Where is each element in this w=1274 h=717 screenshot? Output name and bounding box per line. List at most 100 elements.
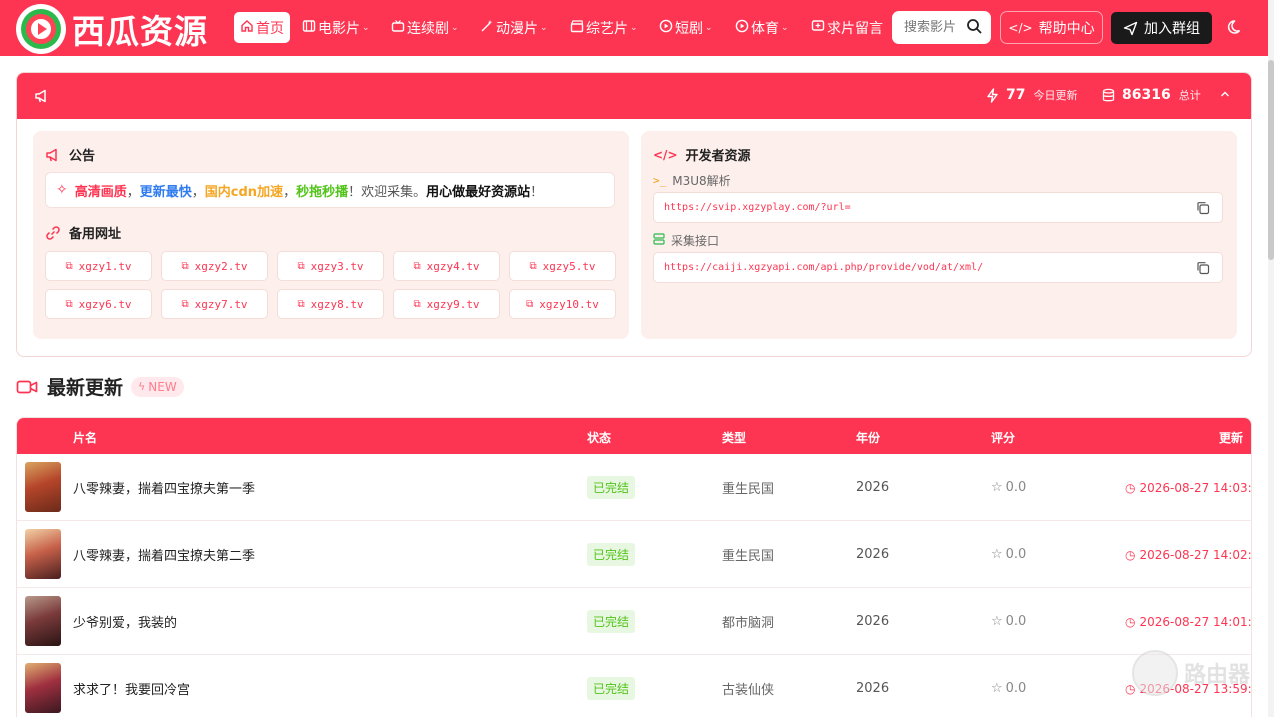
poster-thumbnail[interactable] [25,596,61,646]
help-center-label: 帮助中心 [1038,20,1095,37]
row-score: ☆ 0.0 [991,588,1026,655]
today-updates-label: 今日更新 [1033,89,1078,102]
nav-item-sports[interactable]: 体育 ⌄ [735,14,789,42]
total-value: 86316 [1122,87,1171,103]
mirror-url: xgzy6.tv [78,297,132,311]
nav-item-shorts[interactable]: 短剧 ⌄ [659,14,713,42]
site-name: 西瓜资源 [72,12,208,51]
lightning-icon: ϟ [138,380,146,393]
mirror-url: xgzy3.tv [310,259,364,273]
nav-item-movies[interactable]: 电影片 ⌄ [302,14,370,42]
column-header-status: 状态 [587,431,612,445]
new-badge-text: NEW [148,379,177,394]
api-url-field[interactable]: https://caiji.xgzyapi.com/api.php/provid… [653,252,1223,283]
mirror-link[interactable]: ⧉ xgzy2.tv [161,251,268,281]
chevron-down-icon: ⌄ [781,23,789,33]
mirror-link[interactable]: ⧉ xgzy4.tv [393,251,500,281]
row-score: ☆ 0.0 [991,454,1026,521]
chevron-down-icon: ⌄ [362,23,370,33]
row-updated: ◷ 2026-08-27 14:02:2 [1125,521,1251,588]
play-logo-icon [16,4,66,54]
table-header: 片名 状态 类型 年份 评分 更新 [17,418,1251,454]
column-header-updated: 更新 [1219,431,1244,445]
top-navbar: 西瓜资源 首页 电影片 ⌄ 连续剧 ⌄ 动漫片 ⌄ 综艺片 ⌄ 短剧 ⌄ 体育 … [0,0,1268,56]
m3u8-label: >_ M3U8解析 [653,172,731,189]
row-score-value: 0.0 [1005,480,1027,495]
table-row[interactable]: 少爷别爱，我装的 已完结 都市脑洞 2026 ☆ 0.0 ◷ 2026-08-27 … [17,588,1251,655]
external-link-icon: ⧉ [181,260,189,272]
copy-icon[interactable] [1196,261,1210,278]
m3u8-url-field[interactable]: https://svip.xgzyplay.com/?url= [653,192,1223,223]
clapperboard-icon [570,19,584,37]
mirror-link[interactable]: ⧉ xgzy6.tv [45,289,152,319]
poster-thumbnail[interactable] [25,462,61,512]
total-label: 总计 [1178,89,1201,102]
nav-item-variety[interactable]: 综艺片 ⌄ [570,14,638,42]
megaphone-icon [34,88,50,108]
moon-icon[interactable] [1227,18,1245,40]
search-icon[interactable] [966,18,983,39]
help-center-button[interactable]: </> 帮助中心 [1000,11,1103,44]
search-input[interactable] [904,20,962,35]
poster-thumbnail[interactable] [25,529,61,579]
send-icon [1123,21,1138,36]
external-link-icon: ⧉ [526,298,534,310]
nav-item-label: 体育 [751,21,779,37]
status-badge: 已完结 [587,610,636,633]
notice-part: 高清画质 [74,184,127,200]
announcement-header: 77 今日更新 86316 总计 [17,73,1251,119]
tv-icon [391,19,405,37]
chevron-down-icon: ⌄ [540,23,548,33]
poster-thumbnail[interactable] [25,663,61,713]
chevron-down-icon: ⌄ [451,23,459,33]
scrollbar-thumb[interactable] [1268,60,1274,260]
row-year: 2026 [856,547,890,562]
mirror-url: xgzy2.tv [194,259,248,273]
table-row[interactable]: 八零辣妻，揣着四宝撩夫第一季 已完结 重生民国 2026 ☆ 0.0 ◷ 2026-… [17,454,1252,521]
latest-title: 最新更新 [47,377,124,399]
mirror-link[interactable]: ⧉ xgzy3.tv [277,251,384,281]
table-row[interactable]: 求求了！我要回冷宫 已完结 古装仙侠 2026 ☆ 0.0 ◷ 2026-08-27… [17,655,1251,717]
notice-part: 用心做最好资源站 [426,184,531,200]
mirror-link[interactable]: ⧉ xgzy5.tv [509,251,616,281]
row-score-value: 0.0 [1005,614,1027,629]
nav-item-label: 动漫片 [496,21,538,37]
row-status: 已完结 [587,521,636,588]
join-group-button[interactable]: 加入群组 [1111,12,1212,44]
mirror-link[interactable]: ⧉ xgzy9.tv [393,289,500,319]
nav-item-request[interactable]: 求片留言 [811,14,883,42]
nav-item-home[interactable]: 首页 [234,12,290,43]
watermark-text: 路由器 [1184,663,1251,688]
external-link-icon: ⧉ [529,260,537,272]
mirror-link[interactable]: ⧉ xgzy8.tv [277,289,384,319]
external-link-icon: ⧉ [65,298,73,310]
code-icon: </> [653,147,678,162]
site-logo[interactable]: 西瓜资源 [16,4,208,54]
chevron-up-icon[interactable] [1219,88,1231,103]
megaphone-icon [45,147,61,163]
row-updated: ◷ 2026-08-27 14:03:1 [1125,454,1252,521]
mirror-link[interactable]: ⧉ xgzy10.tv [509,289,616,319]
mirror-link[interactable]: ⧉ xgzy1.tv [45,251,152,281]
copy-icon[interactable] [1196,201,1210,218]
notice-title-text: 公告 [69,149,96,164]
row-title[interactable]: 求求了！我要回冷宫 [73,655,190,717]
external-link-icon: ⧉ [65,260,73,272]
row-title[interactable]: 八零辣妻，揣着四宝撩夫第一季 [73,454,255,521]
external-link-icon: ⧉ [413,298,421,310]
nav-item-series[interactable]: 连续剧 ⌄ [391,14,459,42]
nav-item-anime[interactable]: 动漫片 ⌄ [480,14,548,42]
watermark-logo [1132,650,1178,696]
column-header-genre: 类型 [722,431,747,445]
row-updated-value: 2026-08-27 14:03:1 [1139,480,1252,495]
status-badge: 已完结 [587,677,636,700]
row-title[interactable]: 八零辣妻，揣着四宝撩夫第二季 [73,521,255,588]
mirror-link[interactable]: ⧉ xgzy7.tv [161,289,268,319]
row-genre: 重生民国 [722,482,775,497]
mirror-url: xgzy9.tv [426,297,480,311]
clock-icon: ◷ [1125,614,1136,629]
developer-title: </> 开发者资源 [653,145,751,165]
row-title[interactable]: 少爷别爱，我装的 [73,588,177,655]
table-row[interactable]: 八零辣妻，揣着四宝撩夫第二季 已完结 重生民国 2026 ☆ 0.0 ◷ 2026-… [17,521,1251,588]
m3u8-label-text: M3U8解析 [672,174,731,188]
